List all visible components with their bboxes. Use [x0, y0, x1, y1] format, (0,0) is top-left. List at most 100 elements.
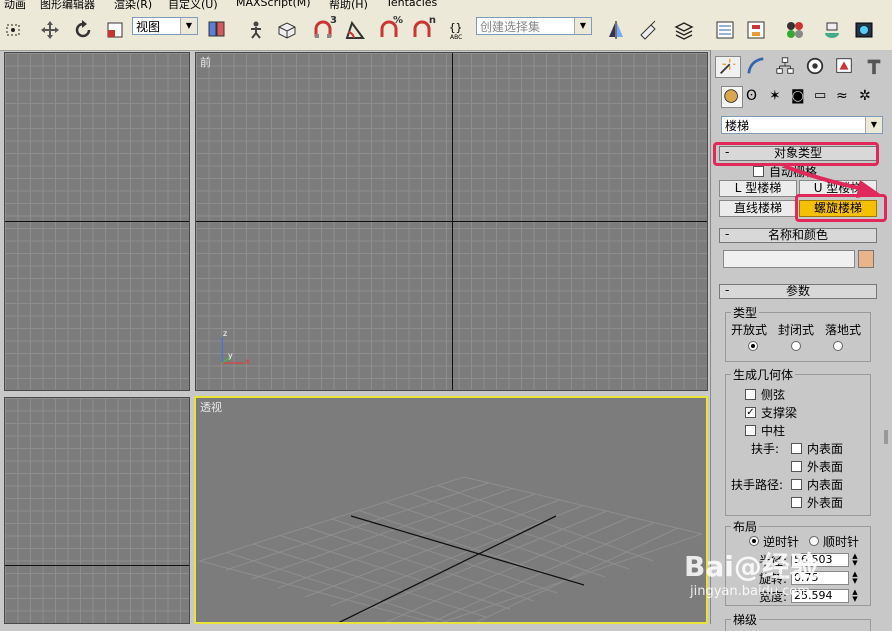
object-category-value: 楼梯: [725, 119, 750, 133]
layer-manager-icon[interactable]: [672, 18, 696, 42]
menu-graph-editors[interactable]: 图形编辑器: [40, 0, 95, 10]
parameters-rollout-header[interactable]: - 参数: [719, 284, 877, 299]
annotation-arrow-icon: [783, 164, 880, 198]
menu-maxscript[interactable]: MAXScript(M): [236, 0, 311, 9]
select-and-manipulate-icon[interactable]: [244, 18, 268, 42]
watermark-url: jingyan.baidu.com: [690, 584, 810, 599]
percent-snap-label: %: [392, 15, 403, 26]
panel-scroll-handle[interactable]: [884, 430, 888, 444]
parameters-title: 参数: [785, 284, 810, 298]
handrail-label: 扶手:: [751, 442, 780, 456]
gizmo-y-label: y: [228, 351, 233, 360]
lights-category-icon[interactable]: ✶: [769, 88, 781, 104]
svg-text:{}: {}: [449, 21, 462, 34]
cameras-category-icon[interactable]: ◙: [791, 88, 805, 104]
carriage-checkbox[interactable]: ✓: [745, 407, 756, 418]
quick-render-icon[interactable]: [852, 18, 876, 42]
mirror-icon[interactable]: [604, 18, 628, 42]
menu-tentacles[interactable]: Tentacles: [386, 0, 437, 9]
percent-snap-icon[interactable]: %: [377, 15, 403, 42]
snap-3d-icon[interactable]: 3: [311, 15, 337, 42]
radius-spinner-icon[interactable]: ▲ ▼: [851, 553, 859, 567]
spinner-snap-icon[interactable]: n: [410, 15, 436, 42]
schematic-view-icon[interactable]: [744, 18, 768, 42]
angle-snap-icon[interactable]: [343, 18, 367, 42]
curve-editor-icon[interactable]: [713, 18, 737, 42]
steps-group-title: 梯级: [731, 611, 760, 628]
width-spinner-icon[interactable]: ▲ ▼: [851, 589, 859, 603]
shapes-category-icon[interactable]: ʘ: [746, 88, 757, 104]
geometry-category-icon[interactable]: [721, 86, 743, 108]
select-region-icon[interactable]: [2, 18, 26, 42]
rail-path-inside-checkbox[interactable]: [791, 479, 802, 490]
open-type-radio[interactable]: [748, 341, 758, 351]
modify-tab-icon[interactable]: [745, 56, 771, 78]
layout-group-title: 布局: [731, 518, 760, 535]
menu-rendering[interactable]: 渲染(R): [114, 0, 152, 10]
helpers-category-icon[interactable]: ▭: [814, 88, 826, 103]
menu-animation[interactable]: 动画: [4, 0, 26, 10]
rail-path-inside-label: 内表面: [807, 478, 844, 492]
viewport-top[interactable]: [4, 52, 190, 391]
material-editor-icon[interactable]: [783, 18, 807, 42]
display-tab-icon[interactable]: [833, 56, 859, 78]
carriage-label: 支撑梁: [761, 406, 798, 420]
reference-coordinate-value: 视图: [136, 20, 161, 34]
object-color-swatch[interactable]: [858, 250, 874, 268]
named-selection-value: 创建选择集: [480, 20, 541, 34]
viewport-perspective[interactable]: 透视: [194, 396, 708, 624]
viewport-label-front[interactable]: 前: [200, 54, 211, 70]
motion-tab-icon[interactable]: [804, 56, 830, 78]
autogrid-checkbox[interactable]: [753, 166, 764, 177]
create-tab-icon[interactable]: [715, 56, 741, 78]
spinner-snap-label: n: [428, 15, 436, 26]
generate-geometry-title: 生成几何体: [731, 366, 796, 383]
menu-customize[interactable]: 自定义(U): [168, 0, 218, 10]
edit-named-selection-icon[interactable]: {} ABC: [446, 18, 470, 42]
closed-type-label: 封闭式: [778, 323, 815, 337]
rail-path-outside-checkbox[interactable]: [791, 497, 802, 508]
box-type-radio[interactable]: [833, 341, 843, 351]
object-category-combo[interactable]: 楼梯 ▼: [721, 116, 883, 134]
object-name-field[interactable]: [723, 250, 855, 268]
box-type-label: 落地式: [825, 323, 862, 337]
name-color-title: 名称和颜色: [767, 228, 828, 242]
move-icon[interactable]: [38, 18, 62, 42]
stringers-checkbox[interactable]: [745, 389, 756, 400]
center-pole-checkbox[interactable]: [745, 425, 756, 436]
align-icon[interactable]: [636, 18, 660, 42]
svg-text:ABC: ABC: [450, 34, 462, 41]
chevron-down-icon: ▼: [180, 18, 197, 34]
utilities-tab-icon[interactable]: [863, 56, 889, 78]
world-axis-x: [5, 221, 189, 222]
spacewarps-category-icon[interactable]: ≈: [836, 88, 848, 104]
named-selection-combo[interactable]: 创建选择集 ▼: [476, 17, 592, 35]
hierarchy-tab-icon[interactable]: [774, 56, 800, 78]
chevron-down-icon: ▼: [865, 117, 882, 133]
handrail-inside-checkbox[interactable]: [791, 443, 802, 454]
collapse-icon: -: [725, 227, 730, 241]
world-axis-z: [452, 53, 453, 390]
keyboard-shortcut-icon[interactable]: [275, 18, 299, 42]
axis-gizmo: z y x: [216, 329, 256, 369]
revs-spinner-icon[interactable]: ▲ ▼: [851, 571, 859, 585]
world-axis-y: [338, 515, 557, 622]
scale-icon[interactable]: [103, 18, 127, 42]
systems-category-icon[interactable]: ✲: [859, 88, 871, 104]
world-axis-y: [5, 565, 189, 566]
open-type-label: 开放式: [731, 323, 768, 337]
center-pole-label: 中柱: [761, 424, 786, 438]
pivot-center-icon[interactable]: [204, 18, 228, 42]
handrail-outside-checkbox[interactable]: [791, 461, 802, 472]
reference-coordinate-combo[interactable]: 视图 ▼: [132, 17, 198, 35]
handrail-outside-label: 外表面: [807, 460, 844, 474]
main-toolbar: 视图 ▼ 3 % n {} ABC 创建选择集 ▼: [0, 10, 892, 51]
viewport-front[interactable]: 前 z y x: [195, 52, 708, 391]
rotate-icon[interactable]: [71, 18, 95, 42]
render-setup-icon[interactable]: [820, 18, 844, 42]
perspective-home-grid: [198, 476, 704, 622]
name-color-rollout-header[interactable]: - 名称和颜色: [719, 228, 877, 243]
menu-help[interactable]: 帮助(H): [329, 0, 368, 10]
closed-type-radio[interactable]: [791, 341, 801, 351]
viewport-left[interactable]: [4, 397, 190, 624]
